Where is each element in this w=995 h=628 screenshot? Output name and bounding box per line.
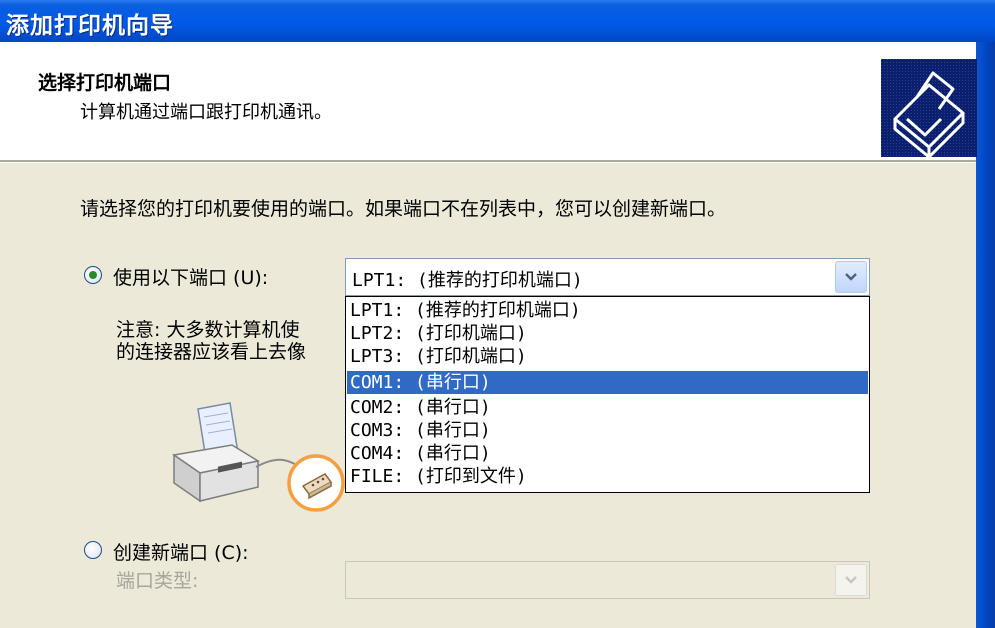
port-option-lpt1[interactable]: LPT1: (推荐的打印机端口) (347, 299, 868, 322)
port-option-com4[interactable]: COM4: (串行口) (347, 442, 868, 465)
port-dropdown[interactable]: LPT1: (推荐的打印机端口) (345, 258, 870, 296)
port-option-com1[interactable]: COM1: (串行口) (347, 371, 868, 394)
port-dropdown-list[interactable]: LPT1: (推荐的打印机端口) LPT2: (打印机端口) LPT3: (打印… (345, 296, 870, 493)
port-option-lpt2[interactable]: LPT2: (打印机端口) (347, 322, 868, 345)
radio-selected-dot (89, 271, 97, 279)
create-port-radio[interactable] (84, 541, 102, 559)
title-bar[interactable]: 添加打印机向导 (0, 0, 995, 42)
header-title: 选择打印机端口 (38, 72, 172, 94)
port-option-lpt3[interactable]: LPT3: (打印机端口) (347, 345, 868, 368)
wizard-header: 选择打印机端口 计算机通过端口跟打印机通讯。 (0, 42, 976, 160)
port-option-com2[interactable]: COM2: (串行口) (347, 396, 868, 419)
dropdown-button[interactable] (835, 261, 867, 293)
port-connector-icon (287, 454, 345, 512)
port-option-com3[interactable]: COM3: (串行口) (347, 419, 868, 442)
port-type-dropdown[interactable] (345, 561, 870, 599)
chevron-down-icon (845, 576, 857, 584)
window-title: 添加打印机向导 (6, 13, 174, 39)
port-note: 注意: 大多数计算机使 的连接器应该看上去像 (116, 319, 344, 363)
port-type-dropdown-button[interactable] (835, 564, 867, 596)
port-dropdown-value: LPT1: (推荐的打印机端口) (352, 270, 583, 291)
port-type-label: 端口类型: (116, 570, 199, 592)
use-port-radio[interactable] (84, 266, 102, 284)
header-divider (0, 160, 976, 163)
create-port-label[interactable]: 创建新端口 (C): (113, 538, 249, 565)
printer-icon (881, 59, 977, 159)
instruction-text: 请选择您的打印机要使用的端口。如果端口不在列表中，您可以创建新端口。 (80, 198, 727, 220)
port-option-file[interactable]: FILE: (打印到文件) (347, 465, 868, 488)
header-subtitle: 计算机通过端口跟打印机通讯。 (80, 102, 332, 123)
port-note-line1: 注意: 大多数计算机使 (116, 319, 300, 341)
chevron-down-icon (845, 273, 857, 281)
window-frame-right (976, 42, 995, 628)
port-note-line2: 的连接器应该看上去像 (116, 341, 307, 363)
use-port-label[interactable]: 使用以下端口 (U): (113, 263, 268, 290)
